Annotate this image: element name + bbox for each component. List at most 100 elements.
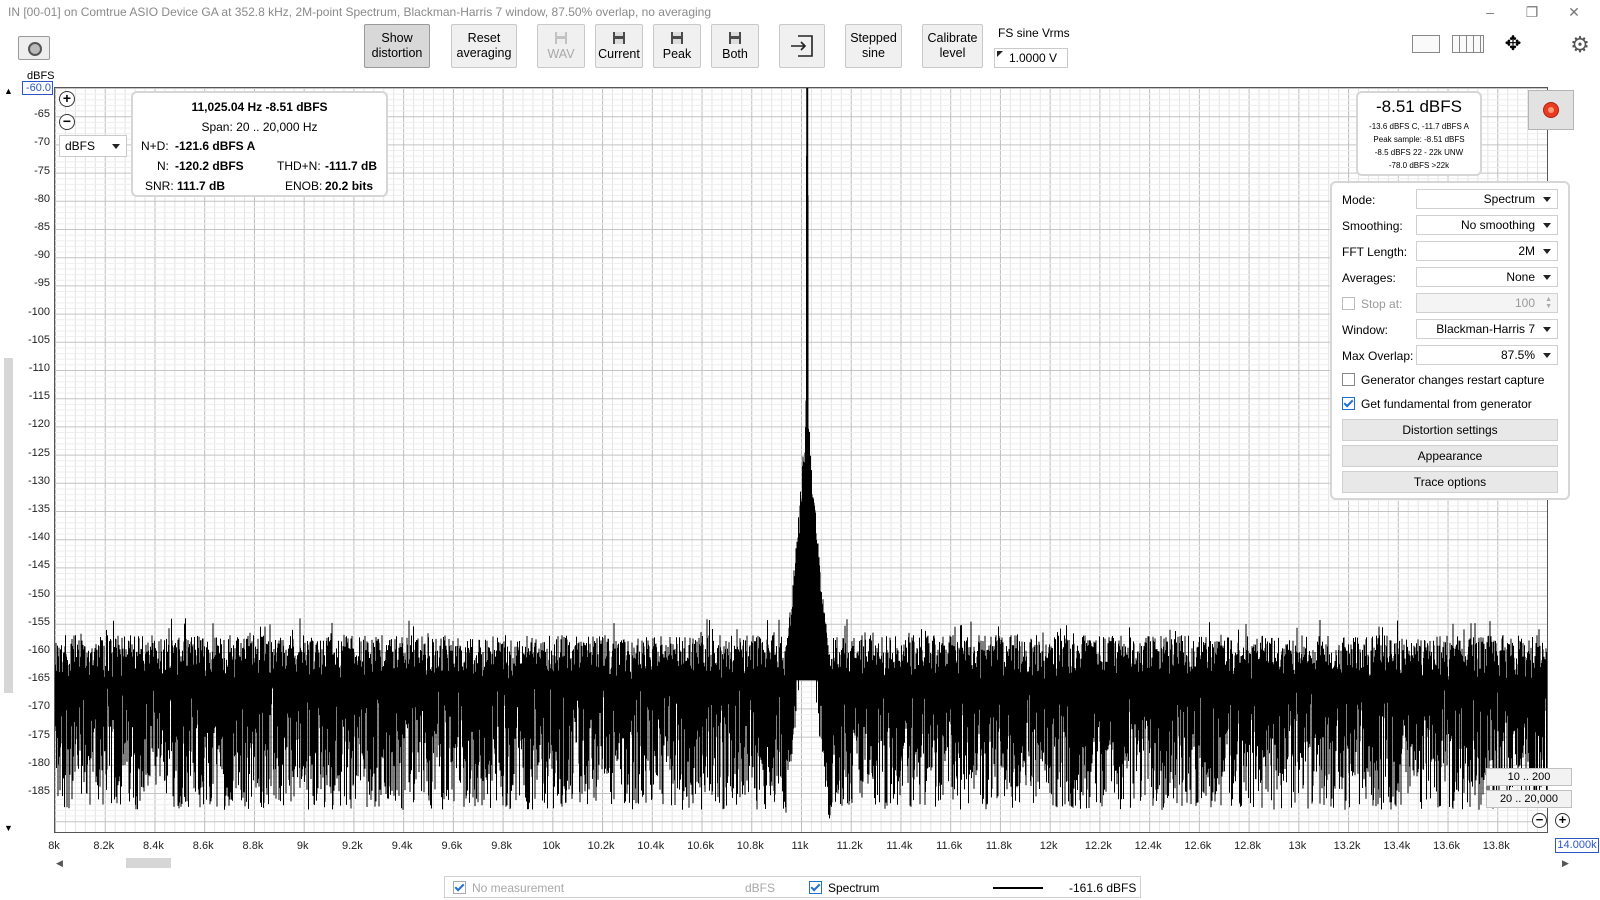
spectrum-item[interactable]: Spectrum xyxy=(809,881,879,895)
current-button[interactable]: Current xyxy=(595,24,643,68)
expand-arrows-icon[interactable]: ✥ xyxy=(1494,33,1532,57)
y-top-input[interactable]: -60.0 xyxy=(22,81,53,95)
y-scrollbar-thumb[interactable] xyxy=(4,358,13,693)
camera-icon[interactable] xyxy=(18,36,50,60)
fs-sine-value: 1.0000 V xyxy=(1009,51,1058,65)
y-tick-label: -155 xyxy=(27,615,50,628)
both-button[interactable]: Both xyxy=(711,24,759,68)
y-scroll-down-icon[interactable]: ▼ xyxy=(4,823,13,833)
generator-fundamental-checkbox[interactable] xyxy=(1342,397,1355,411)
chevron-down-icon xyxy=(1543,197,1551,202)
close-button[interactable]: ✕ xyxy=(1562,2,1586,22)
x-tick-label: 10.8k xyxy=(736,840,764,852)
stop-at-checkbox[interactable] xyxy=(1342,297,1355,311)
no-measurement-item[interactable]: No measurement xyxy=(453,881,564,895)
y-tick-label: -100 xyxy=(27,305,50,318)
chevron-down-icon xyxy=(1543,275,1551,280)
calibrate-level-label-2: level xyxy=(939,46,966,60)
x-tick-label: 13.8k xyxy=(1482,840,1510,852)
x-tick-label: 12.6k xyxy=(1184,840,1212,852)
stop-at-checkbox-label[interactable]: Stop at: xyxy=(1342,297,1402,311)
title-bar: IN [00-01] on Comtrue ASIO Device GA at … xyxy=(0,0,1600,24)
x-scroll-left-icon[interactable]: ◀ xyxy=(56,858,63,869)
current-label: Current xyxy=(598,46,640,61)
y-tick-label: -90 xyxy=(34,249,50,262)
y-tick-label: -115 xyxy=(28,390,50,403)
save-disk-icon xyxy=(671,31,683,44)
x-tick-label: 8k xyxy=(48,840,60,852)
spinner-arrows-icon[interactable]: ▲ ▼ xyxy=(1545,296,1552,310)
zoom-out-icon[interactable]: − xyxy=(59,114,75,130)
stepped-sine-label-2: sine xyxy=(862,46,885,60)
enob-label: ENOB: xyxy=(285,179,323,193)
x-tick-label: 13k xyxy=(1288,840,1307,852)
fs-sine-input[interactable]: 1.0000 V xyxy=(994,48,1068,68)
mode-dropdown[interactable]: Spectrum xyxy=(1416,189,1558,209)
window-value: Blackman-Harris 7 xyxy=(1436,322,1535,336)
smoothing-value: No smoothing xyxy=(1460,218,1535,232)
x-tick-label: 9.8k xyxy=(491,840,512,852)
appearance-button[interactable]: Appearance xyxy=(1342,445,1558,467)
x-tick-label: 13.6k xyxy=(1433,840,1460,852)
import-button[interactable] xyxy=(779,24,825,68)
maximize-button[interactable]: ❐ xyxy=(1520,2,1544,22)
x-tick-label: 13.4k xyxy=(1383,840,1411,852)
x-zoom-in-icon[interactable]: + xyxy=(1555,813,1570,828)
stop-at-spinner[interactable]: 100 ▲ ▼ xyxy=(1416,293,1558,313)
fft-length-label: FFT Length: xyxy=(1342,245,1408,259)
y-tick-label: -105 xyxy=(27,333,50,346)
wav-label: WAV xyxy=(547,46,575,61)
x-tick-label: 10.2k xyxy=(587,840,615,852)
calibrate-level-label-1: Calibrate xyxy=(927,31,978,45)
y-tick-label: -110 xyxy=(28,362,50,374)
y-tick-label: -95 xyxy=(34,277,50,290)
minimize-button[interactable]: – xyxy=(1478,2,1502,22)
gear-icon[interactable]: ⚙ xyxy=(1568,34,1592,58)
single-view-icon[interactable] xyxy=(1408,33,1442,55)
x-scroll-right-icon[interactable]: ▶ xyxy=(1562,858,1569,869)
generator-restart-checkbox[interactable] xyxy=(1342,373,1355,387)
y-tick-label: -135 xyxy=(27,503,50,515)
unit-select[interactable]: dBFS xyxy=(59,135,127,157)
zoom-in-icon[interactable]: + xyxy=(59,91,75,107)
no-measurement-checkbox[interactable] xyxy=(453,881,466,895)
x-zoom-out-icon[interactable]: − xyxy=(1532,813,1547,828)
mode-row: Mode: Spectrum xyxy=(1342,189,1558,211)
calibrate-level-button[interactable]: Calibrate level xyxy=(922,24,983,68)
averages-value: None xyxy=(1506,270,1535,284)
x-scrollbar-thumb[interactable] xyxy=(126,858,171,868)
save-disk-icon xyxy=(729,31,741,44)
chevron-down-icon xyxy=(1543,327,1551,332)
smoothing-dropdown[interactable]: No smoothing xyxy=(1416,215,1558,235)
y-tick-label: -150 xyxy=(27,587,50,600)
peak-button[interactable]: Peak xyxy=(653,24,701,68)
reset-averaging-button[interactable]: Reset averaging xyxy=(451,24,517,68)
wav-button[interactable]: WAV xyxy=(537,24,585,68)
record-button[interactable] xyxy=(1528,90,1574,130)
show-distortion-button[interactable]: Show distortion xyxy=(364,24,430,68)
averages-dropdown[interactable]: None xyxy=(1416,267,1558,287)
spectrum-plot[interactable] xyxy=(54,87,1548,833)
range-20-20000-button[interactable]: 20 .. 20,000 xyxy=(1486,790,1572,808)
fft-length-dropdown[interactable]: 2M xyxy=(1416,241,1558,261)
max-overlap-dropdown[interactable]: 87.5% xyxy=(1416,345,1558,365)
spectrum-label: Spectrum xyxy=(828,881,880,895)
stepped-sine-button[interactable]: Stepped sine xyxy=(845,24,902,68)
generator-restart-row[interactable]: Generator changes restart capture xyxy=(1342,369,1558,391)
x-end-input[interactable]: 14.000k xyxy=(1555,838,1599,853)
spectrum-graph xyxy=(55,88,1547,832)
generator-fundamental-row[interactable]: Get fundamental from generator xyxy=(1342,393,1558,415)
split-view-icon[interactable] xyxy=(1450,33,1486,55)
window-dropdown[interactable]: Blackman-Harris 7 xyxy=(1416,319,1558,339)
readout-span: Span: 20 .. 20,000 Hz xyxy=(201,120,318,134)
distortion-settings-button[interactable]: Distortion settings xyxy=(1342,419,1558,441)
window-title: IN [00-01] on Comtrue ASIO Device GA at … xyxy=(8,5,712,19)
x-tick-label: 12.2k xyxy=(1084,840,1112,852)
x-tick-label: 9.2k xyxy=(341,840,363,852)
y-scroll-up-icon[interactable]: ▲ xyxy=(4,86,13,96)
trace-options-button[interactable]: Trace options xyxy=(1342,471,1558,493)
spectrum-checkbox[interactable] xyxy=(809,881,822,895)
legend-unit: dBFS xyxy=(745,881,776,895)
range-10-200-button[interactable]: 10 .. 200 xyxy=(1486,768,1572,786)
show-distortion-label-1: Show xyxy=(381,31,413,45)
